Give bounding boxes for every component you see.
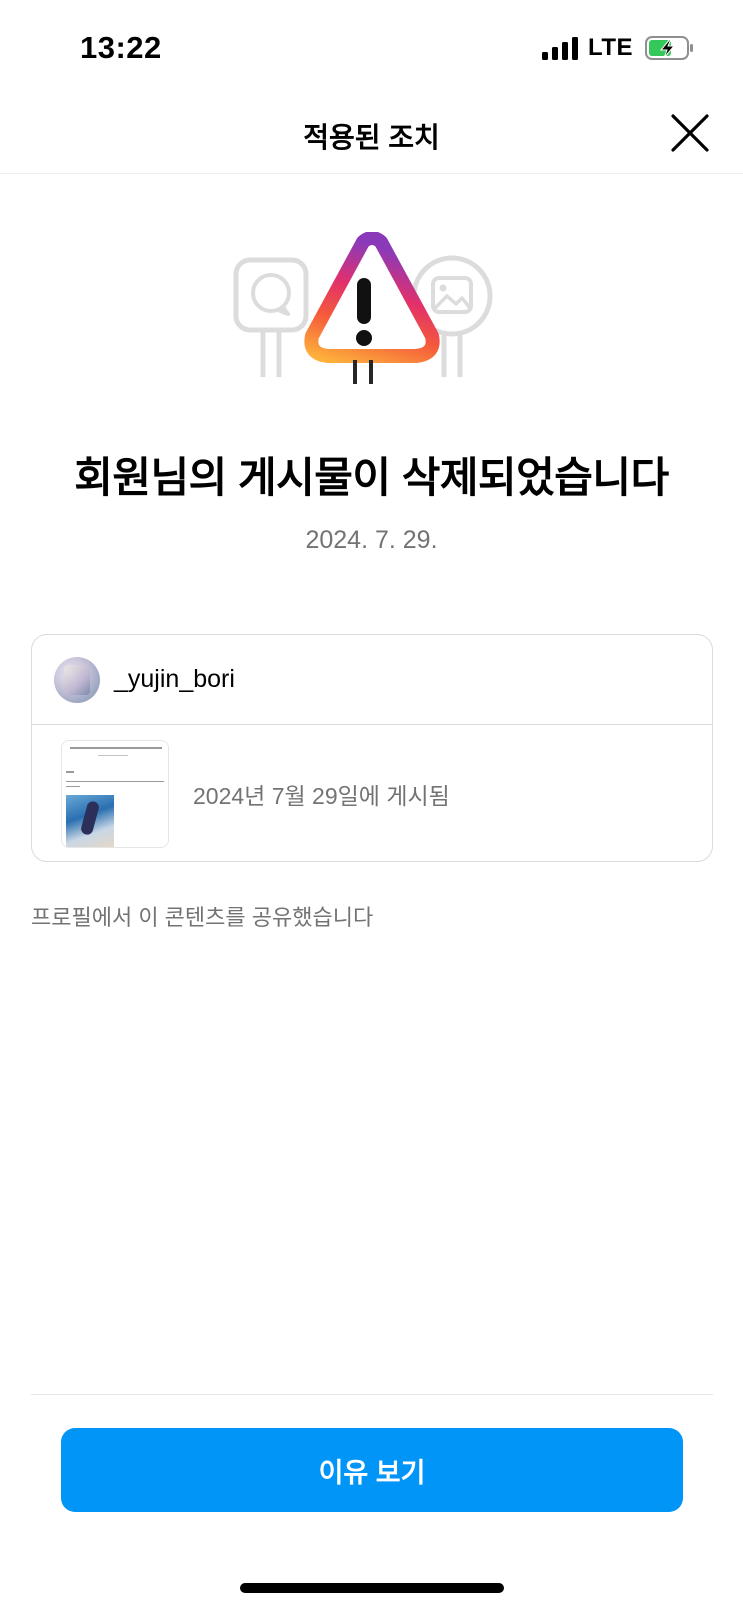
status-time: 13:22 [80, 30, 162, 65]
close-icon[interactable] [667, 110, 713, 156]
post-thumbnail [61, 739, 169, 848]
username: _yujin_bori [114, 665, 235, 693]
post-card: _yujin_bori 2024년 7월 29일에 게시됨 [31, 634, 713, 862]
status-indicators: LTE [541, 34, 695, 62]
post-author-row: _yujin_bori [32, 635, 712, 725]
share-note: 프로필에서 이 콘텐츠를 공유했습니다 [31, 905, 374, 930]
see-why-button[interactable]: 이유 보기 [61, 1428, 683, 1512]
home-indicator[interactable] [240, 1583, 504, 1593]
post-preview-row: 2024년 7월 29일에 게시됨 [32, 725, 712, 861]
warning-icon [233, 232, 493, 384]
network-label: LTE [587, 34, 633, 61]
avatar [54, 656, 100, 703]
signal-icon [541, 36, 578, 60]
page-title: 적용된 조치 [303, 122, 440, 153]
nav-header: 적용된 조치 [0, 96, 743, 174]
divider [31, 1394, 713, 1395]
battery-charging-icon [645, 36, 693, 60]
removal-date: 2024. 7. 29. [305, 526, 438, 554]
posted-date-text: 2024년 7월 29일에 게시됨 [193, 782, 450, 809]
removal-headline: 회원님의 게시물이 삭제되었습니다 [74, 454, 669, 501]
screen: 13:22 LTE 적용된 조치 회원님의 게시물이 삭제되었습니다 2024.… [0, 0, 743, 1608]
status-bar: 13:22 LTE [0, 0, 743, 96]
